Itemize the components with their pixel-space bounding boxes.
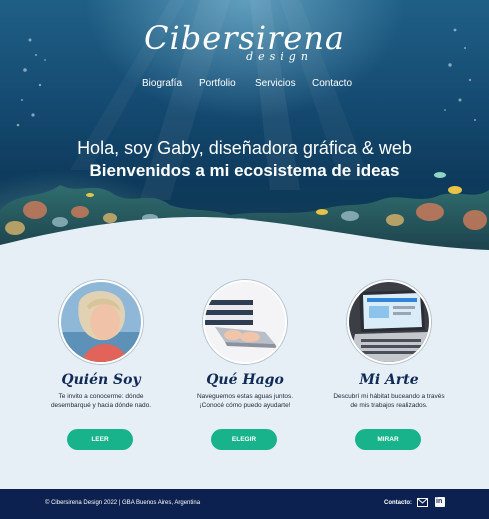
card-title: Mi Arte (359, 372, 419, 388)
card-quien-soy: Quién Soy Te invito a conocerme: dónde d… (31, 280, 171, 450)
nav-item-portfolio[interactable]: Portfolio (199, 78, 236, 89)
hero-subheadline: Bienvenidos a mi ecosistema de ideas (89, 161, 400, 180)
site-footer: © Cibersirena Design 2022 | GBA Buenos A… (0, 489, 489, 519)
mail-icon[interactable] (417, 498, 428, 507)
mirar-button[interactable]: MIRAR (355, 429, 421, 450)
card-text: Naveguemos estas aguas juntos. ¡Conocé c… (196, 393, 294, 409)
portrait-image (59, 280, 143, 364)
card-mi-arte: Mi Arte Descubrí mi hábitat buceando a t… (319, 280, 459, 450)
elegir-button[interactable]: ELEGIR (211, 429, 277, 450)
laptop-work-image (203, 280, 287, 364)
laptop-work-illustration (205, 282, 285, 362)
card-text: Descubrí mi hábitat buceando a través de… (333, 393, 445, 409)
hero-banner: Cibersirena design Biografía Portfolio S… (0, 0, 489, 260)
nav-item-servicios[interactable]: Servicios (255, 78, 296, 89)
card-text: Te invito a conocerme: dónde desembarqué… (50, 393, 152, 409)
laptop-screen-illustration (349, 282, 429, 362)
hero-wave-divider (0, 216, 489, 260)
linkedin-glyph: in (436, 498, 443, 505)
leer-button[interactable]: LEER (67, 429, 133, 450)
portrait-illustration (61, 282, 141, 362)
site-logo[interactable]: Cibersirena design (0, 20, 489, 63)
hero-headline: Hola, soy Gaby, diseñadora gráfica & web (77, 138, 412, 158)
card-title: Qué Hago (206, 372, 284, 388)
nav-item-biografia[interactable]: Biografía (142, 78, 182, 89)
footer-copyright: © Cibersirena Design 2022 | GBA Buenos A… (45, 500, 201, 506)
laptop-screen-image (347, 280, 431, 364)
linkedin-icon[interactable]: in (435, 497, 445, 507)
footer-contact-label: Contacto: (384, 500, 412, 506)
card-que-hago: Qué Hago Naveguemos estas aguas juntos. … (175, 280, 315, 450)
card-title: Quién Soy (61, 372, 141, 388)
nav-item-contacto[interactable]: Contacto (312, 78, 352, 89)
